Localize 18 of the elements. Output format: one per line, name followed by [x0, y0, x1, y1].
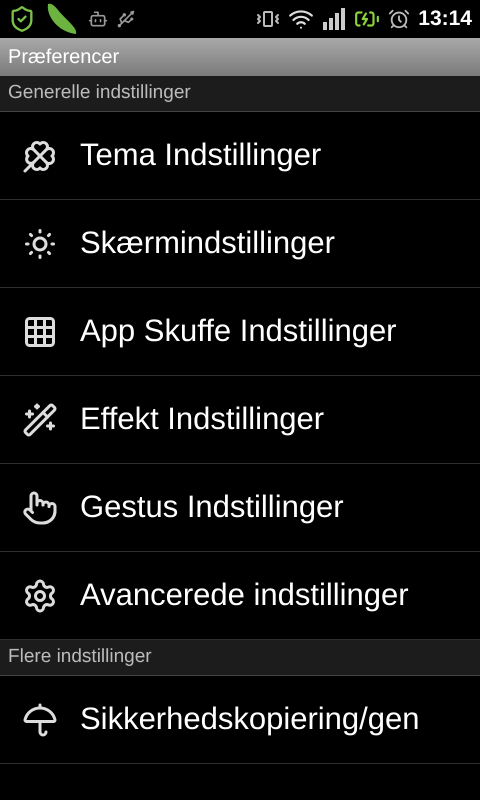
alarm-icon — [388, 8, 410, 30]
preference-label: Effekt Indstillinger — [80, 400, 324, 438]
preference-label: Avancerede indstillinger — [80, 576, 409, 614]
usb-icon — [116, 9, 136, 29]
preference-label: Skærmindstillinger — [80, 224, 335, 262]
section-title: Generelle indstillinger — [8, 81, 191, 106]
android-icon — [88, 9, 108, 29]
pointing-hand-icon — [22, 490, 58, 526]
signal-icon — [322, 8, 346, 30]
preference-label: Sikkerhedskopiering/gen — [80, 700, 420, 738]
window-title: Præferencer — [8, 45, 120, 70]
preference-label: Tema Indstillinger — [80, 136, 322, 174]
umbrella-icon — [22, 702, 58, 738]
preference-label: Gestus Indstillinger — [80, 488, 344, 526]
preference-label: App Skuffe Indstillinger — [80, 312, 397, 350]
magic-wand-icon — [22, 402, 58, 438]
section-title: Flere indstillinger — [8, 645, 152, 670]
clock-time: 13:14 — [418, 6, 472, 32]
